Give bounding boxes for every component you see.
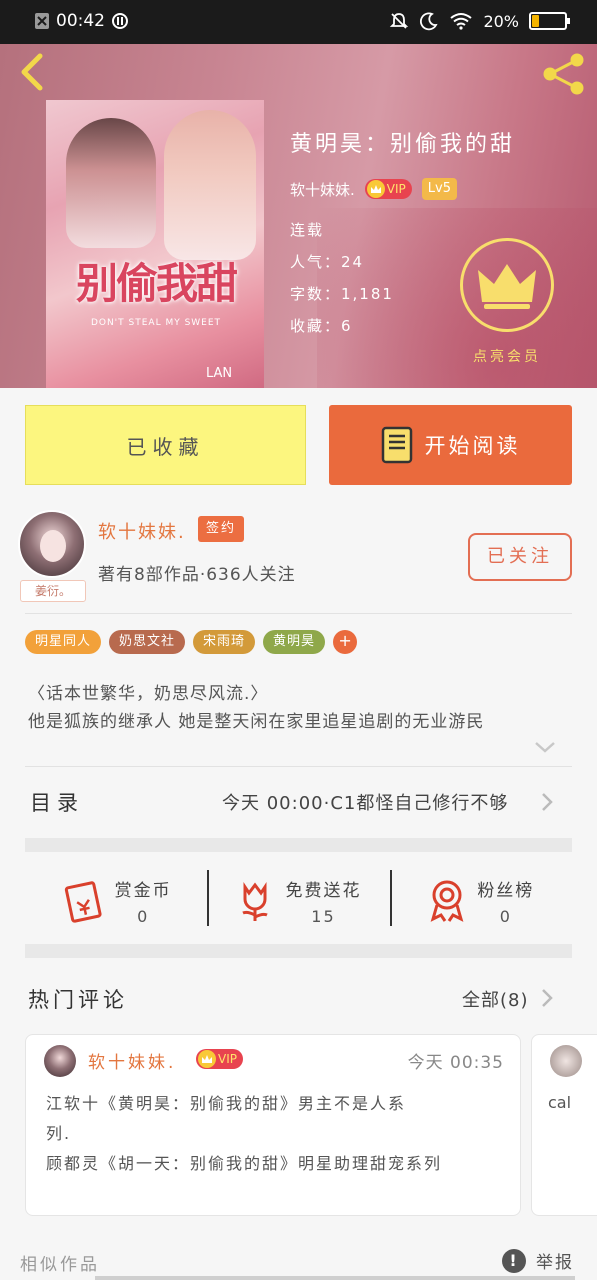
medal-icon — [430, 880, 464, 922]
level-badge: Lv5 — [421, 178, 457, 200]
follow-button[interactable]: 已关注 — [468, 533, 572, 581]
reward-bar: 赏金币 0 免费送花 15 粉丝榜 0 — [25, 856, 572, 946]
hot-comments-title: 热门评论 — [28, 988, 128, 1012]
intro-line-1: 〈话本世繁华，奶思尽风流.〉 — [28, 684, 269, 704]
all-comments-link[interactable]: 全部(8) — [462, 986, 529, 1012]
collected-button[interactable]: 已收藏 — [25, 405, 306, 485]
comment-card[interactable]: cal — [531, 1034, 597, 1216]
vip-label: VIP — [218, 1052, 237, 1066]
back-arrow-icon[interactable] — [14, 52, 54, 92]
battery-percent: 20% — [483, 11, 519, 31]
tag-item[interactable]: 明星同人 — [25, 630, 102, 654]
reward-flowers[interactable]: 免费送花 15 — [207, 856, 389, 946]
alert-icon: ! — [502, 1248, 526, 1273]
member-label: 点亮会员 — [473, 349, 541, 365]
section-separator — [25, 838, 572, 852]
book-cover[interactable]: 别偷我甜 DON'T STEAL MY SWEET LAN — [46, 100, 264, 388]
chevron-right-icon[interactable] — [540, 988, 554, 1008]
share-icon[interactable] — [541, 52, 587, 96]
commenter-name[interactable]: 软十妹妹. — [88, 1048, 176, 1073]
vip-label: VIP — [386, 182, 406, 196]
similar-works-heading: 相似作品 — [20, 1255, 100, 1275]
crown-icon — [366, 180, 385, 198]
sync-icon — [112, 13, 128, 29]
red-envelope-icon — [64, 881, 102, 923]
start-reading-label: 开始阅读 — [424, 434, 521, 458]
battery-icon — [529, 12, 570, 30]
catalog-row[interactable]: 目录 今天 00:00·C1都怪自己修行不够 — [0, 766, 597, 836]
mute-icon — [390, 13, 409, 29]
tag-item[interactable]: 宋雨琦 — [193, 630, 256, 654]
book-author[interactable]: 软十妹妹. — [290, 179, 355, 200]
wifi-icon — [450, 13, 473, 30]
divider — [25, 613, 572, 614]
reward-value: 0 — [499, 907, 512, 926]
cover-subtitle: DON'T STEAL MY SWEET — [90, 318, 222, 328]
flower-icon — [242, 882, 269, 921]
similar-works-strip — [95, 1276, 575, 1280]
book-icon — [381, 426, 412, 464]
chevron-down-icon[interactable] — [534, 740, 556, 754]
member-button[interactable]: 点亮会员 — [460, 238, 554, 365]
avatar-tag: 姜衍。 — [20, 580, 86, 602]
book-detail-body: 已收藏 开始阅读 姜衍。 软十妹妹. 签约 著有8部作品·636人关注 已关注 … — [0, 388, 597, 1280]
intro-line-2: 他是狐族的继承人 她是整天闲在家里追星追剧的无业游民 — [28, 712, 485, 732]
comment-card[interactable]: 软十妹妹. VIP 今天 00:35 江软十《黄明昊：别偷我的甜》男主不是人系 … — [25, 1034, 521, 1216]
book-intro[interactable]: 〈话本世繁华，奶思尽风流.〉 他是狐族的继承人 她是整天闲在家里追星追剧的无业游… — [28, 680, 573, 736]
vip-badge: VIP — [196, 1049, 243, 1069]
comment-text: cal — [548, 1093, 572, 1112]
reward-value: 0 — [137, 907, 150, 926]
reward-label: 赏金币 — [114, 881, 172, 901]
author-avatar[interactable] — [18, 510, 86, 578]
tag-item[interactable]: 黄明昊 — [263, 630, 326, 654]
report-button[interactable]: ! 举报 — [502, 1248, 574, 1273]
cover-title: 别偷我甜 — [75, 259, 238, 308]
comment-text: 江软十《黄明昊：别偷我的甜》男主不是人系 列. 顾都灵《胡一天：别偷我的甜》明星… — [46, 1089, 506, 1179]
moon-icon — [420, 12, 439, 31]
status-bar: 00:42 20% — [0, 0, 597, 44]
comment-time: 今天 00:35 — [407, 1053, 504, 1073]
collected-label: 已收藏 — [126, 434, 205, 459]
reward-coins[interactable]: 赏金币 0 — [25, 856, 207, 946]
book-header: 00:42 20% 别偷我甜 DON'T STEAL MY SWEET LAN … — [0, 0, 597, 388]
book-title: 黄明昊：别偷我的甜 — [290, 132, 516, 157]
commenter-avatar[interactable] — [44, 1045, 76, 1077]
crown-icon — [478, 264, 536, 309]
add-tag-button[interactable]: + — [333, 630, 358, 654]
reward-label: 免费送花 — [285, 881, 362, 901]
author-works: 著有8部作品·636人关注 — [98, 565, 296, 585]
reward-value: 15 — [311, 907, 336, 926]
tag-list: 明星同人 奶思文社 宋雨琦 黄明昊 + — [25, 630, 358, 654]
reward-fan-rank[interactable]: 粉丝榜 0 — [389, 856, 572, 946]
comment-line: 江软十《黄明昊：别偷我的甜》男主不是人系 — [46, 1094, 407, 1113]
catalog-label: 目录 — [30, 791, 84, 815]
reward-label: 粉丝榜 — [477, 881, 535, 901]
author-card: 姜衍。 软十妹妹. 签约 著有8部作品·636人关注 已关注 — [0, 508, 597, 608]
start-reading-button[interactable]: 开始阅读 — [329, 405, 572, 485]
notification-off-icon — [35, 13, 49, 29]
signed-badge: 签约 — [198, 516, 245, 542]
cover-figure-female — [164, 110, 256, 260]
status-time: 00:42 — [56, 11, 105, 31]
section-separator — [25, 944, 572, 958]
tag-item[interactable]: 奶思文社 — [109, 630, 186, 654]
cover-mark: LAN — [206, 366, 233, 381]
crown-icon — [198, 1050, 216, 1068]
chevron-right-icon — [542, 793, 553, 811]
vip-badge: VIP — [364, 179, 412, 199]
comment-line: 列. — [46, 1124, 72, 1143]
commenter-avatar[interactable] — [550, 1045, 582, 1077]
cover-figure-male — [66, 118, 156, 248]
report-label: 举报 — [536, 1253, 574, 1273]
latest-chapter: 今天 00:00·C1都怪自己修行不够 — [222, 793, 509, 814]
comment-line: 顾都灵《胡一天：别偷我的甜》明星助理甜宠系列 — [46, 1154, 443, 1173]
author-name[interactable]: 软十妹妹. — [98, 518, 186, 544]
